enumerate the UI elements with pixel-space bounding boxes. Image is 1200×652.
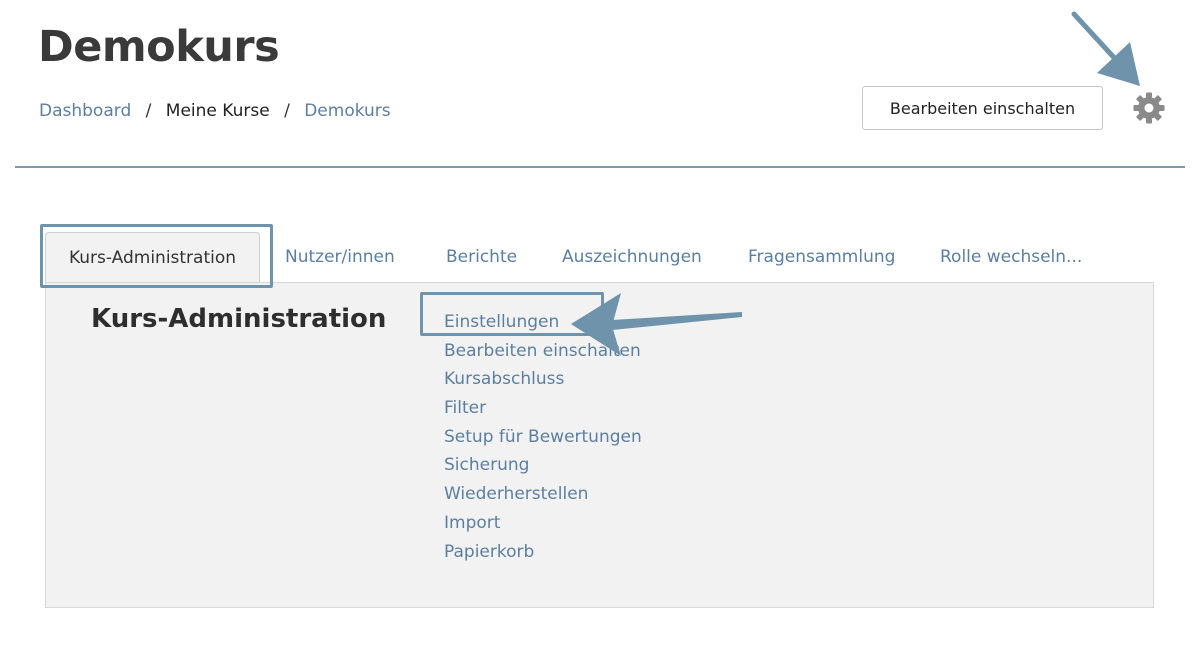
link-import[interactable]: Import <box>444 513 500 533</box>
breadcrumb-separator: / <box>284 101 290 121</box>
settings-highlight-box <box>420 292 604 336</box>
tab-badges[interactable]: Auszeichnungen <box>562 232 702 282</box>
admin-link-list: Einstellungen Bearbeiten einschalten Kur… <box>444 308 642 566</box>
page-title: Demokurs <box>38 22 280 72</box>
tab-highlight-box <box>40 224 273 288</box>
link-filters[interactable]: Filter <box>444 398 486 418</box>
tab-question-bank[interactable]: Fragensammlung <box>748 232 895 282</box>
link-course-completion[interactable]: Kursabschluss <box>444 369 564 389</box>
breadcrumb-course[interactable]: Demokurs <box>304 101 390 121</box>
turn-editing-on-button[interactable]: Bearbeiten einschalten <box>862 86 1103 130</box>
tab-switch-role[interactable]: Rolle wechseln... <box>940 232 1082 282</box>
tab-participants[interactable]: Nutzer/innen <box>285 232 395 282</box>
arrow-to-gear-icon <box>1071 11 1140 86</box>
list-item: Setup für Bewertungen <box>444 423 642 452</box>
list-item: Import <box>444 509 642 538</box>
tab-reports[interactable]: Berichte <box>446 232 517 282</box>
panel-heading: Kurs-Administration <box>91 304 387 334</box>
list-item: Wiederherstellen <box>444 480 642 509</box>
breadcrumb-separator: / <box>145 101 152 121</box>
link-turn-editing-on[interactable]: Bearbeiten einschalten <box>444 341 641 361</box>
breadcrumb: Dashboard / Meine Kurse / Demokurs <box>39 101 391 121</box>
list-item: Bearbeiten einschalten <box>444 337 642 366</box>
link-backup[interactable]: Sicherung <box>444 455 529 475</box>
link-recycle-bin[interactable]: Papierkorb <box>444 542 534 562</box>
list-item: Filter <box>444 394 642 423</box>
link-restore[interactable]: Wiederherstellen <box>444 484 588 504</box>
list-item: Papierkorb <box>444 538 642 567</box>
header-divider <box>15 166 1185 168</box>
link-gradebook-setup[interactable]: Setup für Bewertungen <box>444 427 642 447</box>
gear-icon[interactable] <box>1132 91 1166 125</box>
list-item: Sicherung <box>444 451 642 480</box>
list-item: Kursabschluss <box>444 365 642 394</box>
breadcrumb-my-courses[interactable]: Meine Kurse <box>166 101 270 121</box>
breadcrumb-dashboard[interactable]: Dashboard <box>39 101 131 121</box>
